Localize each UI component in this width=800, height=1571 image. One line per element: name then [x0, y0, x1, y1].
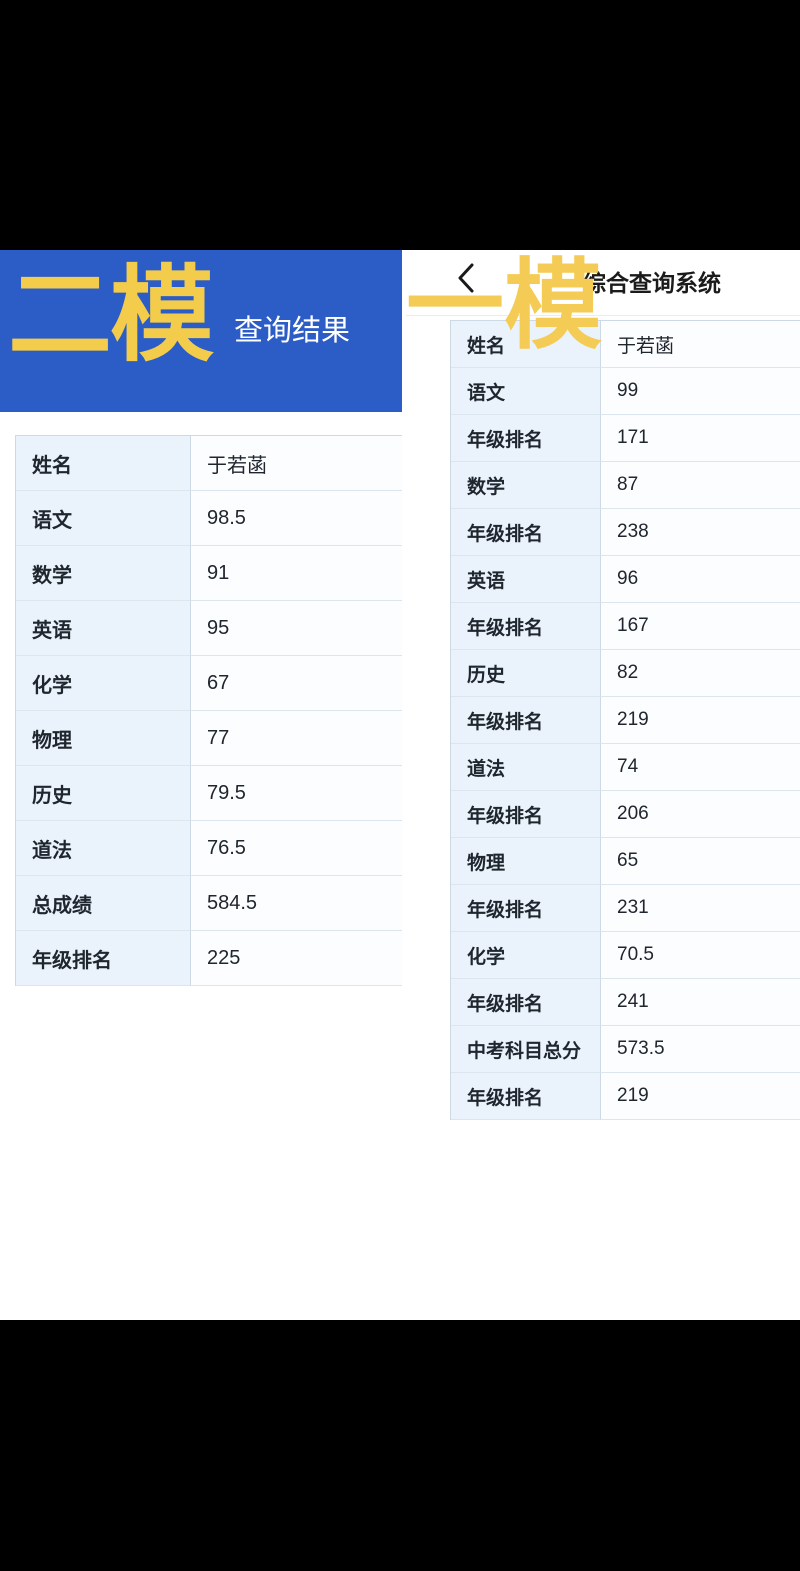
row-value: 167 [601, 603, 800, 650]
row-label: 数学 [16, 546, 191, 601]
row-value: 82 [601, 650, 800, 697]
table-row: 总成绩 584.5 [16, 876, 404, 931]
row-value: 79.5 [191, 766, 404, 821]
left-screenshot-pane: 二模 查询结果 姓名 于若菡 语文 98.5 数学 91 英语 95 化学 67 物理 77 历史 79.… [0, 250, 404, 1320]
table-row: 年级排名 225 [16, 931, 404, 986]
table-row: 年级排名 171 [451, 415, 800, 462]
row-label: 化学 [451, 932, 601, 979]
row-value: 241 [601, 979, 800, 1026]
exam-banner: 二模 查询结果 [0, 250, 402, 412]
table-row: 数学 91 [16, 546, 404, 601]
screenshot-root: 二模 查询结果 姓名 于若菡 语文 98.5 数学 91 英语 95 化学 67 物理 77 历史 79.… [0, 0, 800, 1571]
table-row: 数学 87 [451, 462, 800, 509]
table-row: 英语 96 [451, 556, 800, 603]
table-row: 姓名 于若菡 [451, 321, 800, 368]
row-label: 道法 [16, 821, 191, 876]
row-label: 语文 [451, 368, 601, 415]
row-label: 年级排名 [451, 509, 601, 556]
table-row: 道法 74 [451, 744, 800, 791]
score-table-left-body: 姓名 于若菡 语文 98.5 数学 91 英语 95 化学 67 物理 77 历史 79.5 道法 76.5 总… [16, 436, 404, 986]
row-label: 语文 [16, 491, 191, 546]
score-table-right-body: 姓名 于若菡 语文 99 年级排名 171 数学 87 年级排名 238 英语 96 年级排名 167 历史… [451, 321, 800, 1120]
row-value: 于若菡 [601, 321, 800, 368]
row-label: 物理 [451, 838, 601, 885]
table-row: 道法 76.5 [16, 821, 404, 876]
table-row: 年级排名 219 [451, 1073, 800, 1120]
row-value: 91 [191, 546, 404, 601]
table-row: 语文 98.5 [16, 491, 404, 546]
table-row: 语文 99 [451, 368, 800, 415]
row-label: 中考科目总分 [451, 1026, 601, 1073]
row-label: 年级排名 [16, 931, 191, 986]
right-screenshot-pane: 综合查询系统 一模 姓名 于若菡 语文 99 年级排名 171 数学 87 年级排名 238 英语 9… [404, 250, 800, 1320]
row-label: 英语 [451, 556, 601, 603]
row-value: 77 [191, 711, 404, 766]
table-row: 年级排名 206 [451, 791, 800, 838]
pane-divider [402, 250, 406, 1320]
row-value: 171 [601, 415, 800, 462]
row-value: 238 [601, 509, 800, 556]
page-title: 综合查询系统 [583, 270, 721, 296]
row-value: 70.5 [601, 932, 800, 979]
letterbox-top [0, 0, 800, 250]
row-label: 姓名 [16, 436, 191, 491]
row-value: 206 [601, 791, 800, 838]
row-label: 历史 [451, 650, 601, 697]
row-label: 物理 [16, 711, 191, 766]
row-value: 231 [601, 885, 800, 932]
row-value: 87 [601, 462, 800, 509]
table-row: 年级排名 231 [451, 885, 800, 932]
row-label: 年级排名 [451, 885, 601, 932]
row-label: 年级排名 [451, 1073, 601, 1120]
banner-subtitle: 查询结果 [234, 315, 351, 347]
table-row: 英语 95 [16, 601, 404, 656]
row-value: 76.5 [191, 821, 404, 876]
row-label: 总成绩 [16, 876, 191, 931]
row-value: 95 [191, 601, 404, 656]
table-row: 化学 70.5 [451, 932, 800, 979]
row-value: 573.5 [601, 1026, 800, 1073]
row-value: 67 [191, 656, 404, 711]
row-value: 于若菡 [191, 436, 404, 491]
row-label: 年级排名 [451, 979, 601, 1026]
score-table-left: 姓名 于若菡 语文 98.5 数学 91 英语 95 化学 67 物理 77 历史 79.5 道法 76.5 总… [15, 435, 404, 986]
row-label: 化学 [16, 656, 191, 711]
row-label: 历史 [16, 766, 191, 821]
row-label: 英语 [16, 601, 191, 656]
row-label: 年级排名 [451, 791, 601, 838]
row-value: 96 [601, 556, 800, 603]
table-row: 历史 82 [451, 650, 800, 697]
row-label: 道法 [451, 744, 601, 791]
table-row: 物理 65 [451, 838, 800, 885]
table-row: 化学 67 [16, 656, 404, 711]
banner-exam-label: 二模 [8, 258, 214, 374]
score-table-right: 姓名 于若菡 语文 99 年级排名 171 数学 87 年级排名 238 英语 96 年级排名 167 历史… [450, 320, 800, 1120]
row-label: 年级排名 [451, 603, 601, 650]
row-label: 姓名 [451, 321, 601, 368]
row-value: 225 [191, 931, 404, 986]
row-value: 99 [601, 368, 800, 415]
table-row: 年级排名 238 [451, 509, 800, 556]
row-label: 年级排名 [451, 697, 601, 744]
row-label: 年级排名 [451, 415, 601, 462]
row-label: 数学 [451, 462, 601, 509]
content-band: 二模 查询结果 姓名 于若菡 语文 98.5 数学 91 英语 95 化学 67 物理 77 历史 79.… [0, 250, 800, 1320]
row-value: 74 [601, 744, 800, 791]
table-row: 年级排名 219 [451, 697, 800, 744]
row-value: 219 [601, 1073, 800, 1120]
table-row: 年级排名 241 [451, 979, 800, 1026]
row-value: 98.5 [191, 491, 404, 546]
row-value: 584.5 [191, 876, 404, 931]
row-value: 65 [601, 838, 800, 885]
table-row: 年级排名 167 [451, 603, 800, 650]
table-row: 历史 79.5 [16, 766, 404, 821]
letterbox-bottom [0, 1320, 800, 1571]
table-row: 物理 77 [16, 711, 404, 766]
row-value: 219 [601, 697, 800, 744]
table-row: 姓名 于若菡 [16, 436, 404, 491]
navbar: 综合查询系统 [404, 250, 800, 316]
table-row: 中考科目总分 573.5 [451, 1026, 800, 1073]
